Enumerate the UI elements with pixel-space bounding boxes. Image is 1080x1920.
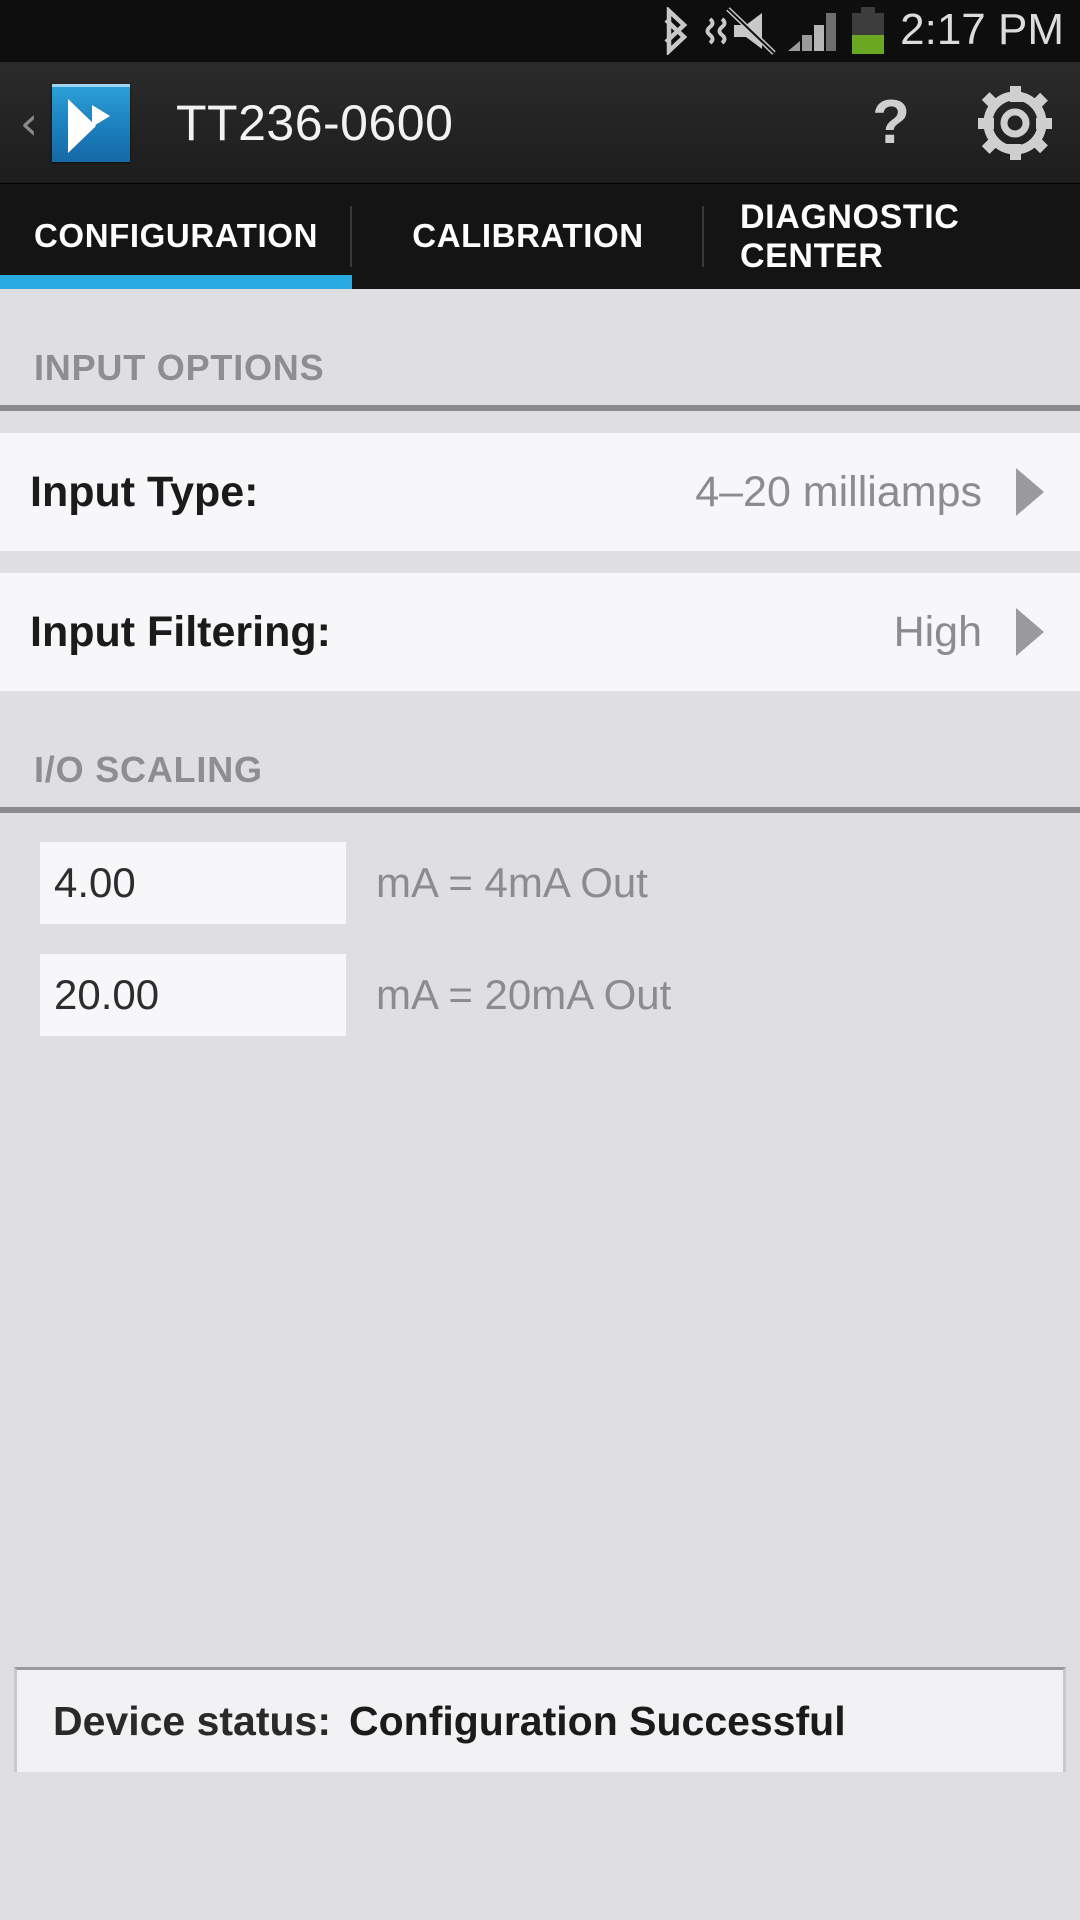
- action-bar: ‹ TT236-0600 ?: [0, 62, 1080, 184]
- scaling-low-suffix: mA = 4mA Out: [376, 859, 648, 906]
- action-bar-actions: ?: [832, 62, 1080, 183]
- row-label: Input Type:: [30, 467, 259, 516]
- scaling-low: mA = 4mA Out: [0, 835, 1080, 931]
- app-root: 2:17 PM ‹ TT236-0600 ? CONFIGURATION CAL…: [0, 0, 1080, 1920]
- scaling-high: mA = 20mA Out: [0, 947, 1080, 1043]
- tab-calibration[interactable]: CALIBRATION: [352, 184, 704, 289]
- active-tab-indicator: [0, 275, 352, 289]
- app-logo-icon[interactable]: [52, 83, 130, 162]
- tab-label: DIAGNOSTIC CENTER: [740, 198, 960, 275]
- device-status-label: Device status:: [53, 1697, 332, 1744]
- system-status-bar: 2:17 PM: [0, 0, 1080, 62]
- tab-configuration[interactable]: CONFIGURATION: [0, 184, 352, 289]
- main-content: INPUT OPTIONS Input Type: 4–20 milliamps…: [0, 289, 1080, 1772]
- device-status-value: Configuration Successful: [349, 1697, 846, 1744]
- spacer: [0, 813, 1080, 835]
- status-bar-clock: 2:17 PM: [900, 4, 1064, 54]
- help-button[interactable]: ?: [832, 62, 950, 184]
- bluetooth-icon: [652, 7, 698, 55]
- gear-icon[interactable]: [950, 62, 1080, 184]
- tab-label: CALIBRATION: [412, 217, 644, 255]
- scaling-low-input[interactable]: [40, 842, 346, 924]
- page-title: TT236-0600: [176, 94, 454, 151]
- row-input-type[interactable]: Input Type: 4–20 milliamps: [0, 433, 1080, 551]
- spacer: [0, 411, 1080, 433]
- row-value: High: [893, 607, 982, 656]
- cellular-signal-icon: [786, 7, 842, 55]
- battery-icon: [848, 6, 888, 56]
- chevron-right-icon: [1010, 604, 1050, 660]
- back-chevron-icon[interactable]: ‹: [8, 100, 50, 146]
- section-header-io-scaling: I/O SCALING: [0, 691, 1080, 801]
- row-label: Input Filtering:: [30, 607, 331, 656]
- row-input-filtering[interactable]: Input Filtering: High: [0, 573, 1080, 691]
- device-status-bar: Device status: Configuration Successful: [0, 1667, 1080, 1772]
- tab-label: CONFIGURATION: [34, 217, 318, 255]
- scaling-high-suffix: mA = 20mA Out: [376, 971, 672, 1018]
- scaling-high-input[interactable]: [40, 954, 346, 1036]
- section-title: INPUT OPTIONS: [34, 347, 325, 388]
- chevron-right-icon: [1010, 464, 1050, 520]
- row-value: 4–20 milliamps: [695, 467, 982, 516]
- tab-bar: CONFIGURATION CALIBRATION DIAGNOSTIC CEN…: [0, 184, 1080, 289]
- volume-mute-vibrate-icon: [704, 7, 778, 55]
- section-title: I/O SCALING: [34, 749, 263, 790]
- spacer: [0, 551, 1080, 573]
- tab-diagnostic-center[interactable]: DIAGNOSTIC CENTER: [704, 184, 1080, 289]
- section-header-input-options: INPUT OPTIONS: [0, 289, 1080, 399]
